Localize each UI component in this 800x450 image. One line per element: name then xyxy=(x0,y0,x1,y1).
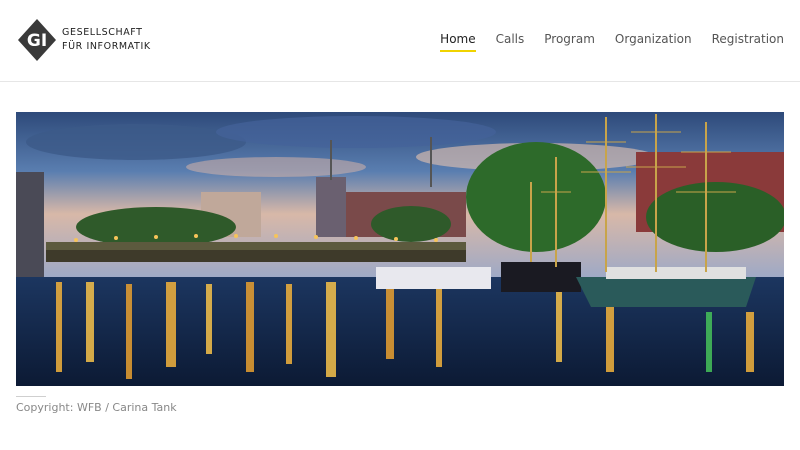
nav-organization[interactable]: Organization xyxy=(615,32,692,52)
brand-text: GESELLSCHAFT FÜR INFORMATIK xyxy=(62,26,151,54)
hero-image xyxy=(16,112,784,386)
gi-logo[interactable]: GI GESELLSCHAFT FÜR INFORMATIK xyxy=(18,19,151,61)
nav-calls[interactable]: Calls xyxy=(496,32,525,52)
main-nav: Home Calls Program Organization Registra… xyxy=(440,32,784,52)
harbor-photo xyxy=(16,112,784,386)
brand-line-2: FÜR INFORMATIK xyxy=(62,41,151,52)
gi-diamond-icon: GI xyxy=(18,19,56,61)
credit-divider xyxy=(16,396,46,397)
brand-line-1: GESELLSCHAFT xyxy=(62,27,143,38)
svg-text:GI: GI xyxy=(27,31,47,51)
image-credit: Copyright: WFB / Carina Tank xyxy=(16,401,177,414)
nav-program[interactable]: Program xyxy=(544,32,595,52)
nav-home[interactable]: Home xyxy=(440,32,477,52)
site-header: GI GESELLSCHAFT FÜR INFORMATIK Home Call… xyxy=(0,0,800,82)
nav-registration[interactable]: Registration xyxy=(712,32,784,52)
